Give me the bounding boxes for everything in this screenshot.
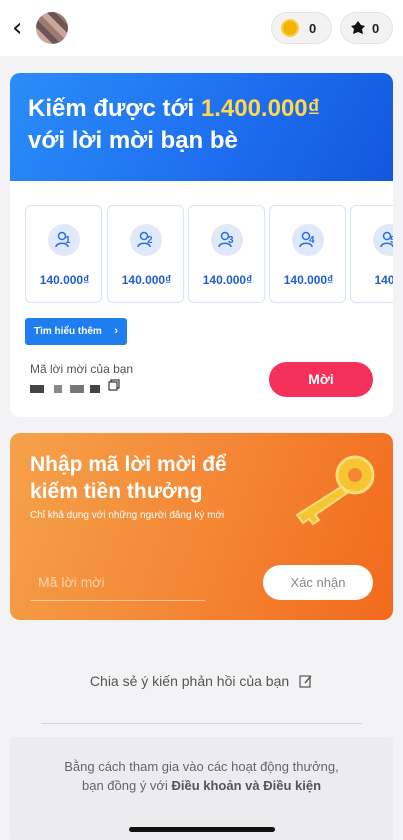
- key-icon: [295, 455, 375, 526]
- user-icon: 2: [130, 224, 162, 256]
- referral-card: Kiếm được tới 1.400.000₫ với lời mời bạn…: [10, 73, 393, 417]
- avatar[interactable]: [36, 12, 68, 44]
- reward-tier: 2 140.000₫: [107, 205, 184, 303]
- reward-tier: 5 140.0: [350, 205, 393, 303]
- gem-balance-pill[interactable]: 0: [340, 12, 393, 44]
- invite-code-input[interactable]: [30, 563, 205, 601]
- invite-button[interactable]: Mời: [269, 362, 373, 397]
- home-indicator: [129, 827, 275, 832]
- invite-code-label: Mã lời mời của bạn: [30, 362, 134, 376]
- learn-more-label: Tìm hiểu thêm: [34, 326, 102, 337]
- divider: [41, 723, 362, 724]
- gem-count: 0: [372, 20, 380, 36]
- gem-icon: [351, 21, 365, 34]
- reward-tiers[interactable]: 1 140.000₫ 2 140.000₫ 3 140.000₫ 4 140.0…: [25, 205, 393, 303]
- feedback-link[interactable]: Chia sẻ ý kiến phản hồi của bạn: [0, 673, 403, 689]
- coin-balance-pill[interactable]: 0: [271, 12, 332, 44]
- terms-line-1: Bằng cách tham gia vào các hoạt động thư…: [64, 759, 339, 774]
- reward-tier: 4 140.000₫: [269, 205, 346, 303]
- headline-prefix: Kiếm được tới: [28, 95, 195, 122]
- user-icon: 4: [292, 224, 324, 256]
- user-icon: 1: [48, 224, 80, 256]
- back-arrow-icon[interactable]: ‹: [12, 14, 32, 42]
- referral-headline: Kiếm được tới 1.400.000₫ với lời mời bạn…: [28, 93, 375, 157]
- user-icon: 3: [211, 224, 243, 256]
- coin-count: 0: [309, 20, 317, 36]
- tier-value: 140.000₫: [283, 273, 334, 287]
- headline-amount: 1.400.000₫: [200, 95, 320, 122]
- copy-icon[interactable]: [108, 379, 120, 391]
- headline-suffix: với lời mời bạn bè: [28, 127, 238, 154]
- terms-notice: Bằng cách tham gia vào các hoạt động thư…: [10, 737, 393, 840]
- enter-code-card: Nhập mã lời mời để kiếm tiền thưởng Chỉ …: [10, 433, 393, 620]
- confirm-button[interactable]: Xác nhận: [263, 565, 373, 600]
- tier-level: 4: [309, 235, 315, 246]
- tier-value: 140.000₫: [121, 273, 172, 287]
- chevron-right-icon: ›: [114, 325, 118, 337]
- user-icon: 5: [373, 224, 393, 256]
- tier-value: 140.0: [374, 273, 393, 287]
- coin-icon: [281, 19, 299, 37]
- top-bar: ‹ 0 0: [0, 0, 403, 56]
- referral-banner: Kiếm được tới 1.400.000₫ với lời mời bạn…: [10, 73, 393, 181]
- tier-level: 2: [147, 235, 153, 246]
- learn-more-button[interactable]: Tìm hiểu thêm ›: [25, 318, 127, 345]
- reward-tier: 1 140.000₫: [25, 205, 102, 303]
- tier-value: 140.000₫: [39, 273, 90, 287]
- enter-code-subtitle: Chỉ khả dụng với những người đăng ký mới: [30, 510, 225, 521]
- tier-value: 140.000₫: [202, 273, 253, 287]
- terms-link[interactable]: Điều khoản và Điều kiện: [171, 778, 321, 793]
- feedback-label: Chia sẻ ý kiến phản hồi của bạn: [89, 673, 290, 689]
- invite-code-value: [30, 383, 140, 395]
- terms-prefix: bạn đồng ý với: [81, 778, 168, 793]
- tier-level: 1: [65, 235, 71, 246]
- terms-line-2: bạn đồng ý với Điều khoản và Điều kiện: [10, 776, 393, 795]
- tier-level: 3: [228, 235, 234, 246]
- reward-tier: 3 140.000₫: [188, 205, 265, 303]
- enter-code-title: Nhập mã lời mời để kiếm tiền thưởng: [30, 453, 227, 503]
- tier-level: 5: [390, 235, 393, 246]
- edit-icon: [299, 675, 312, 688]
